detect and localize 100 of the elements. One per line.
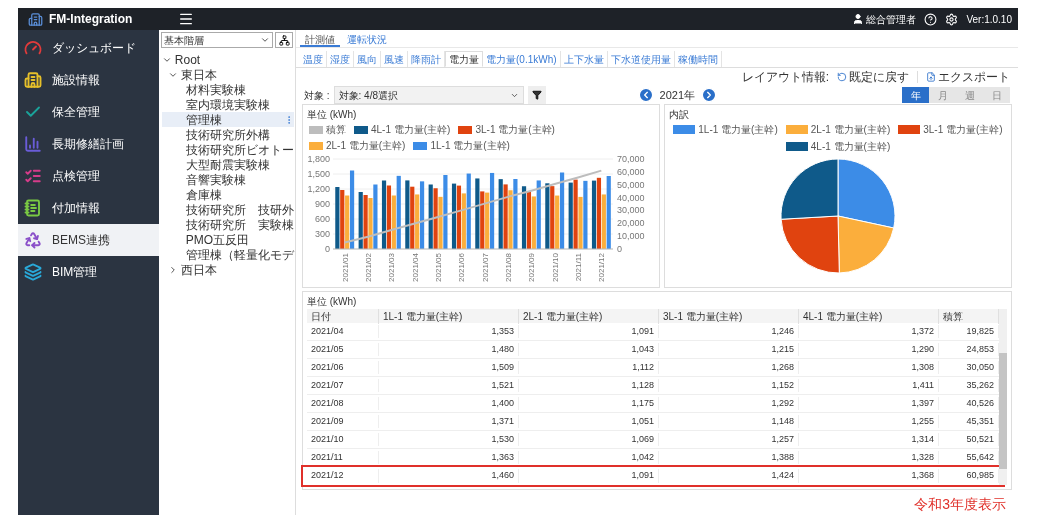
- hierarchy-select[interactable]: 基本階層: [160, 32, 273, 48]
- sidebar-item[interactable]: 施設情報: [18, 64, 159, 96]
- table-cell: 1,411: [799, 378, 939, 393]
- tree-item[interactable]: 技術研究所 実験棟: [161, 217, 294, 232]
- tree-item[interactable]: 技術研究所 技研外: [161, 202, 294, 217]
- tree-item[interactable]: 西日本: [161, 262, 294, 277]
- legend-label: 3L-1 電力量(主幹): [475, 123, 555, 137]
- tree-label: 技術研究所 実験棟: [185, 216, 294, 234]
- menu-icon[interactable]: [178, 11, 194, 27]
- checklist-icon: [24, 167, 42, 185]
- column-header[interactable]: 日付: [307, 309, 379, 324]
- measure-tab[interactable]: 稼働時間: [674, 51, 722, 67]
- measure-tab[interactable]: 電力量(0.1kWh): [483, 51, 561, 67]
- next-icon[interactable]: [701, 87, 718, 103]
- tree-label: Root: [174, 51, 201, 69]
- legend-label: 1L-1 電力量(主幹): [430, 139, 510, 153]
- tree-label: 東日本: [180, 66, 217, 84]
- settings-icon[interactable]: [945, 12, 959, 26]
- tree-label: 技術研究所外構: [185, 126, 270, 144]
- x-axis-label: 2021/09: [527, 253, 537, 282]
- filter-button[interactable]: [527, 86, 546, 104]
- period-toggle[interactable]: 年: [902, 87, 929, 103]
- legend-label: 1L-1 電力量(主幹): [698, 123, 778, 137]
- table-cell: 1,152: [659, 378, 799, 393]
- measure-tab[interactable]: 湿度: [327, 51, 354, 67]
- sidebar-item[interactable]: 点検管理: [18, 160, 159, 192]
- table-cell: 1,257: [659, 432, 799, 447]
- table-cell: 1,175: [519, 396, 659, 411]
- tree-item[interactable]: 倉庫棟: [161, 187, 294, 202]
- pie-slice: [837, 158, 896, 229]
- column-header[interactable]: 3L-1 電力量(主幹): [659, 309, 799, 324]
- table-cell: 2021/09: [307, 414, 379, 429]
- tree-label: 管理棟: [185, 111, 222, 129]
- sidebar-item[interactable]: BEMS連携: [18, 224, 159, 256]
- tree-item[interactable]: 管理棟: [161, 112, 294, 127]
- previous-icon[interactable]: [637, 87, 654, 103]
- sidebar-item[interactable]: 保全管理: [18, 96, 159, 128]
- y-axis-label: 300: [314, 229, 330, 239]
- tree-item[interactable]: 材料実験棟: [161, 82, 294, 97]
- table-cell: 2021/05: [307, 342, 379, 357]
- table-cell: 1,128: [519, 378, 659, 393]
- y-axis-label: 20,000: [617, 218, 645, 229]
- table-cell: 1,268: [659, 360, 799, 375]
- tree-item[interactable]: 東日本: [161, 67, 294, 82]
- x-axis-label: 2021/11: [574, 253, 583, 282]
- table-cell: 1,042: [519, 450, 659, 465]
- target-label: 対象 :: [304, 88, 330, 103]
- layers-icon: [24, 263, 42, 281]
- tree-item[interactable]: 室内環境実験棟: [161, 97, 294, 112]
- tree-item[interactable]: 技術研究所ビオトー: [161, 142, 294, 157]
- view-tab[interactable]: 運転状況: [342, 32, 392, 47]
- measure-tab[interactable]: 下水道使用量: [607, 51, 675, 67]
- year-label: 2021年: [659, 87, 696, 103]
- logo-icon: [28, 11, 43, 27]
- table-cell: 1,353: [379, 324, 519, 339]
- network-icon: [278, 34, 290, 46]
- user-icon[interactable]: [852, 13, 865, 25]
- target-select[interactable]: 対象: 4/8選択: [333, 86, 524, 104]
- tree-item[interactable]: Root: [161, 52, 294, 67]
- column-header[interactable]: 4L-1 電力量(主幹): [799, 309, 939, 324]
- tree-item[interactable]: 音響実験棟: [161, 172, 294, 187]
- sidebar-item[interactable]: BIM管理: [18, 256, 159, 288]
- measure-tab[interactable]: 風速: [381, 51, 408, 67]
- measure-tab[interactable]: 上下水量: [560, 51, 608, 67]
- reset-button[interactable]: 既定に戻す: [837, 68, 909, 86]
- column-header[interactable]: 1L-1 電力量(主幹): [379, 309, 519, 324]
- table-cell: 1,371: [379, 414, 519, 429]
- tree-label: 西日本: [180, 261, 217, 279]
- column-header[interactable]: 2L-1 電力量(主幹): [519, 309, 659, 324]
- help-icon[interactable]: [924, 12, 938, 26]
- measure-tab[interactable]: 温度: [300, 51, 327, 67]
- x-axis-label: 2021/02: [364, 253, 373, 282]
- view-tab[interactable]: 計測値: [300, 32, 340, 47]
- measure-tab[interactable]: 風向: [354, 51, 381, 67]
- table-cell: 1,388: [659, 450, 799, 465]
- unit-label: 単位 (kWh): [307, 295, 358, 309]
- tree-label: PMO五反田: [185, 231, 250, 249]
- logo: FM-Integration: [49, 11, 133, 28]
- table-cell: 1,246: [659, 324, 799, 339]
- tree-item[interactable]: PMO五反田: [161, 232, 294, 247]
- sidebar-item[interactable]: 長期修繕計画: [18, 128, 159, 160]
- pie-slice: [780, 158, 839, 220]
- sidebar-item[interactable]: ダッシュボード: [18, 32, 159, 64]
- tree-label: 室内環境実験棟: [185, 96, 270, 114]
- table-cell: 2021/04: [307, 324, 379, 339]
- tree-item[interactable]: 管理棟（軽量化モデ: [161, 247, 294, 262]
- export-button[interactable]: エクスポート: [926, 68, 1010, 86]
- measure-tab[interactable]: 電力量: [445, 51, 483, 67]
- chart-title: 単位 (kWh): [306, 108, 358, 122]
- sidebar-item[interactable]: 付加情報: [18, 192, 159, 224]
- tree-item[interactable]: 技術研究所外構: [161, 127, 294, 142]
- y-axis-label: 0: [617, 244, 622, 254]
- table-cell: 1,314: [799, 432, 939, 447]
- tree-item[interactable]: 大型耐震実験棟: [161, 157, 294, 172]
- x-axis-label: 2021/05: [434, 253, 443, 282]
- y-axis-label: 60,000: [617, 166, 645, 177]
- y-axis-label: 70,000: [617, 154, 645, 164]
- scrollbar[interactable]: [999, 309, 1007, 485]
- pie-slice: [837, 215, 895, 274]
- hierarchy-button[interactable]: [275, 32, 293, 48]
